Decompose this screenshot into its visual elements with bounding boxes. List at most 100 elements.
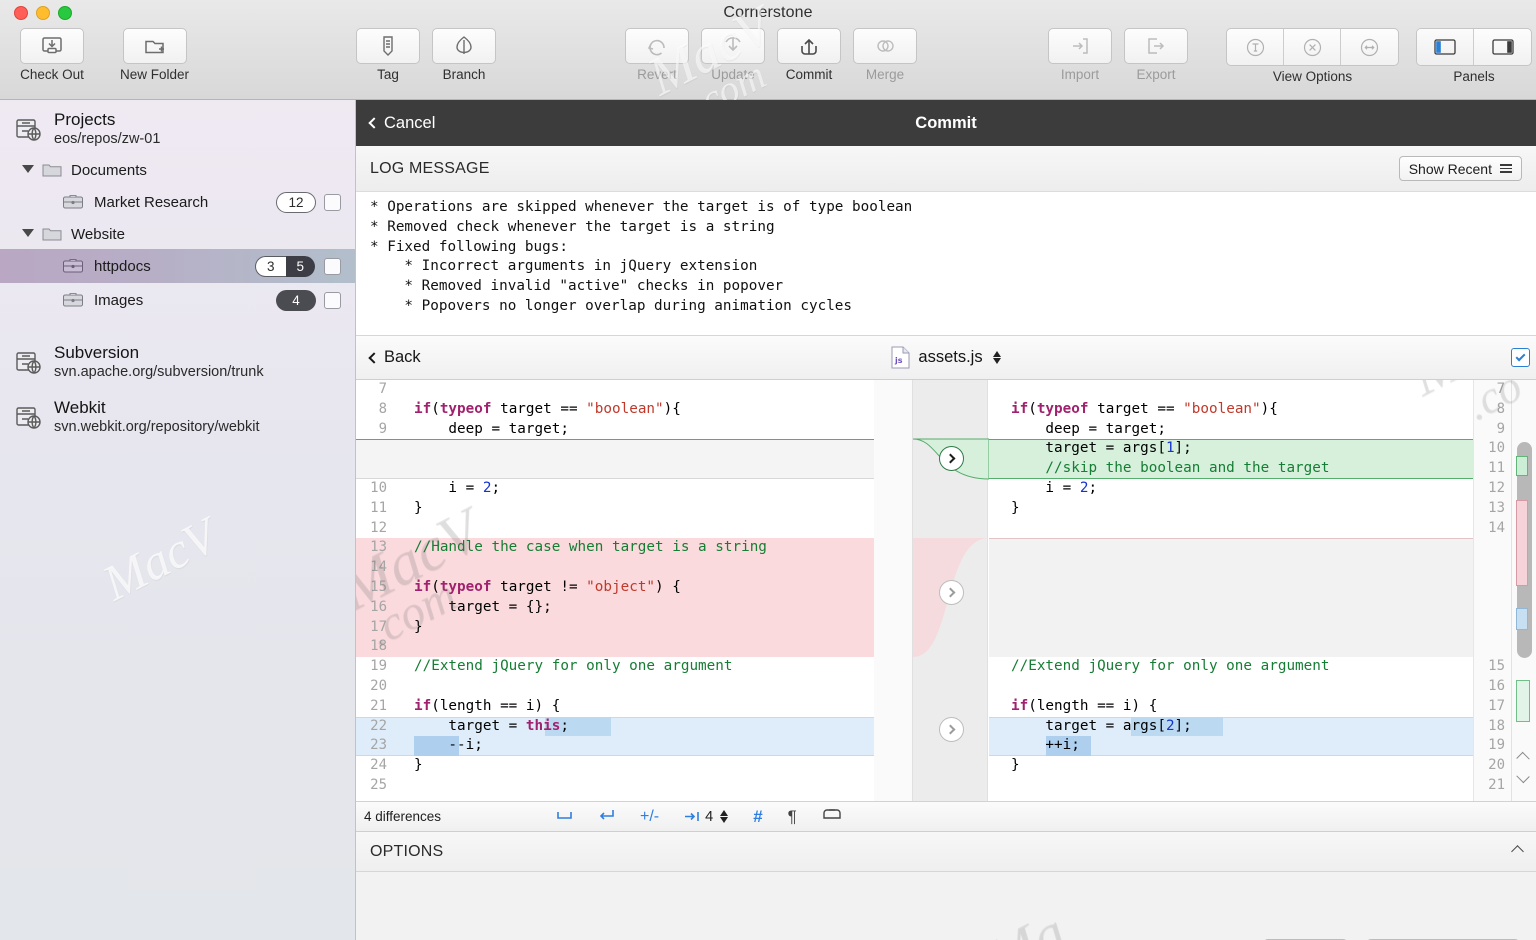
options-section-header[interactable]: OPTIONS xyxy=(356,832,1536,872)
diff-scrollbar[interactable] xyxy=(1511,380,1536,801)
scroll-down-chevron-icon[interactable] xyxy=(1516,769,1530,784)
toolbar-tag[interactable]: Tag xyxy=(356,28,420,82)
apply-change-button-2[interactable] xyxy=(939,580,964,605)
diff-pane-original[interactable]: 7 8 9 10 11 12 13 14 15 16 17 18 19 20 21 22 23 24 25 if(t… xyxy=(356,380,912,801)
sidebar-repo-webkit[interactable]: Webkit svn.webkit.org/repository/webkit xyxy=(0,388,355,443)
line-number: 7 xyxy=(378,381,387,397)
panels-segmented[interactable] xyxy=(1416,28,1532,66)
minimap-changed-marker xyxy=(1516,608,1528,630)
toolbar-new-folder[interactable]: New Folder xyxy=(120,28,189,82)
line-number xyxy=(1474,637,1512,657)
revert-icon xyxy=(625,28,689,64)
toolbar-import-label: Import xyxy=(1060,67,1100,82)
stepper-icon[interactable] xyxy=(720,810,729,823)
toolbar-branch[interactable]: Branch xyxy=(432,28,496,82)
right-panel-icon[interactable] xyxy=(1474,29,1531,65)
sidebar-item-market-research[interactable]: Market Research 12 xyxy=(0,185,355,219)
line-number: 15 xyxy=(370,578,387,595)
line-number: 14 xyxy=(1488,519,1505,536)
sidebar-group-website-label: Website xyxy=(71,225,125,243)
scroll-up-chevron-icon[interactable] xyxy=(1516,751,1530,766)
line-number: 13 xyxy=(370,539,387,556)
line-number: 12 xyxy=(370,519,387,536)
toolbar-update[interactable]: Update xyxy=(701,28,765,82)
code-line: if(typeof target == "boolean"){ xyxy=(1011,400,1278,417)
sidebar-repo-projects[interactable]: Projects eos/repos/zw-01 xyxy=(0,100,355,155)
folder-icon xyxy=(42,226,62,242)
code-line: target = args[1]; xyxy=(1011,440,1192,457)
code-line: target = {}; xyxy=(414,598,552,615)
sidebar-group-website[interactable]: Website xyxy=(0,219,355,249)
wrap-lines-icon[interactable] xyxy=(822,808,842,825)
toolbar-update-label: Update xyxy=(711,67,755,82)
indent-width-stepper[interactable]: 4 xyxy=(684,809,729,825)
toolbar-merge[interactable]: Merge xyxy=(853,28,917,82)
stepper-icon[interactable] xyxy=(992,351,1001,364)
sidebar-repo-subversion[interactable]: Subversion svn.apache.org/subversion/tru… xyxy=(0,333,355,388)
line-number: 18 xyxy=(1488,717,1505,734)
sidebar-group-documents[interactable]: Documents xyxy=(0,155,355,185)
code-line: if(typeof target == "boolean"){ xyxy=(414,400,681,417)
view-options-segmented[interactable] xyxy=(1226,28,1399,66)
show-recent-button[interactable]: Show Recent xyxy=(1398,156,1522,181)
code-line: --i; xyxy=(414,737,483,754)
log-message-input[interactable]: * Operations are skipped whenever the ta… xyxy=(356,192,1536,336)
item-checkbox[interactable] xyxy=(324,257,341,275)
line-number: 17 xyxy=(370,618,387,635)
toolbar-branch-label: Branch xyxy=(442,67,486,82)
diff-viewer[interactable]: 7 8 9 10 11 12 13 14 15 16 17 18 19 20 21 22 23 24 25 if(t… xyxy=(356,380,1536,802)
code-line: } xyxy=(414,499,423,516)
apply-change-button-1[interactable] xyxy=(939,446,964,471)
toolbar-export[interactable]: Export xyxy=(1124,28,1188,82)
repository-sidebar[interactable]: Projects eos/repos/zw-01 Documents Marke… xyxy=(0,100,356,940)
line-number: 21 xyxy=(1488,776,1505,793)
working-copy-icon xyxy=(62,193,84,211)
ignore-whitespace-icon[interactable] xyxy=(556,808,573,825)
chevron-down-icon[interactable] xyxy=(22,164,34,178)
line-number: 20 xyxy=(1488,757,1505,774)
sidebar-group-documents-label: Documents xyxy=(71,161,147,179)
chevron-up-icon[interactable] xyxy=(1511,845,1524,858)
show-changes-icon[interactable]: +/- xyxy=(640,808,659,826)
text-size-icon[interactable] xyxy=(1227,29,1284,65)
apply-change-button-3[interactable] xyxy=(939,717,964,742)
sidebar-item-images[interactable]: Images 4 xyxy=(0,283,355,317)
close-circle-icon[interactable] xyxy=(1284,29,1341,65)
toolbar-import[interactable]: Import xyxy=(1048,28,1112,82)
line-number: 19 xyxy=(370,658,387,675)
resize-horizontal-icon[interactable] xyxy=(1341,29,1398,65)
working-copy-icon xyxy=(62,257,84,275)
checkout-icon xyxy=(20,28,84,64)
sheet-cancel-button[interactable]: Cancel xyxy=(368,114,435,133)
code-line: //Extend jQuery for only one argument xyxy=(1011,658,1330,675)
diff-pane-modified[interactable]: if(typeof target == "boolean"){ deep = t… xyxy=(989,380,1473,801)
chevron-down-icon[interactable] xyxy=(22,228,34,242)
commit-sheet: Cancel Commit LOG MESSAGE Show Recent * … xyxy=(356,100,1536,940)
code-line: } xyxy=(414,757,423,774)
toolbar-check-out[interactable]: Check Out xyxy=(20,28,84,82)
sidebar-item-httpdocs[interactable]: httpdocs 3 5 xyxy=(0,249,355,283)
toolbar-commit[interactable]: Commit xyxy=(777,28,841,82)
file-selector[interactable]: js assets.js xyxy=(356,346,1536,369)
ignore-line-endings-icon[interactable] xyxy=(598,808,615,825)
repo-name: Subversion xyxy=(54,343,140,362)
item-checkbox[interactable] xyxy=(324,291,341,309)
diff-left-code: if(typeof target == "boolean"){ deep = t… xyxy=(414,380,767,796)
left-panel-icon[interactable] xyxy=(1417,29,1474,65)
show-line-numbers-icon[interactable]: # xyxy=(753,807,762,827)
item-checkbox[interactable] xyxy=(324,193,341,211)
diff-status-bar: 4 differences +/- 4 # ¶ xyxy=(356,802,1536,832)
show-recent-label: Show Recent xyxy=(1408,160,1492,177)
file-include-checkbox[interactable] xyxy=(1511,348,1530,367)
diff-right-code: if(typeof target == "boolean"){ deep = t… xyxy=(1011,380,1329,796)
view-options-label: View Options xyxy=(1272,69,1353,84)
status-badge-modified: 3 xyxy=(254,255,286,277)
show-invisibles-icon[interactable]: ¶ xyxy=(788,807,797,827)
toolbar-revert[interactable]: Revert xyxy=(625,28,689,82)
line-number xyxy=(1474,538,1512,558)
line-number: 24 xyxy=(370,757,387,774)
